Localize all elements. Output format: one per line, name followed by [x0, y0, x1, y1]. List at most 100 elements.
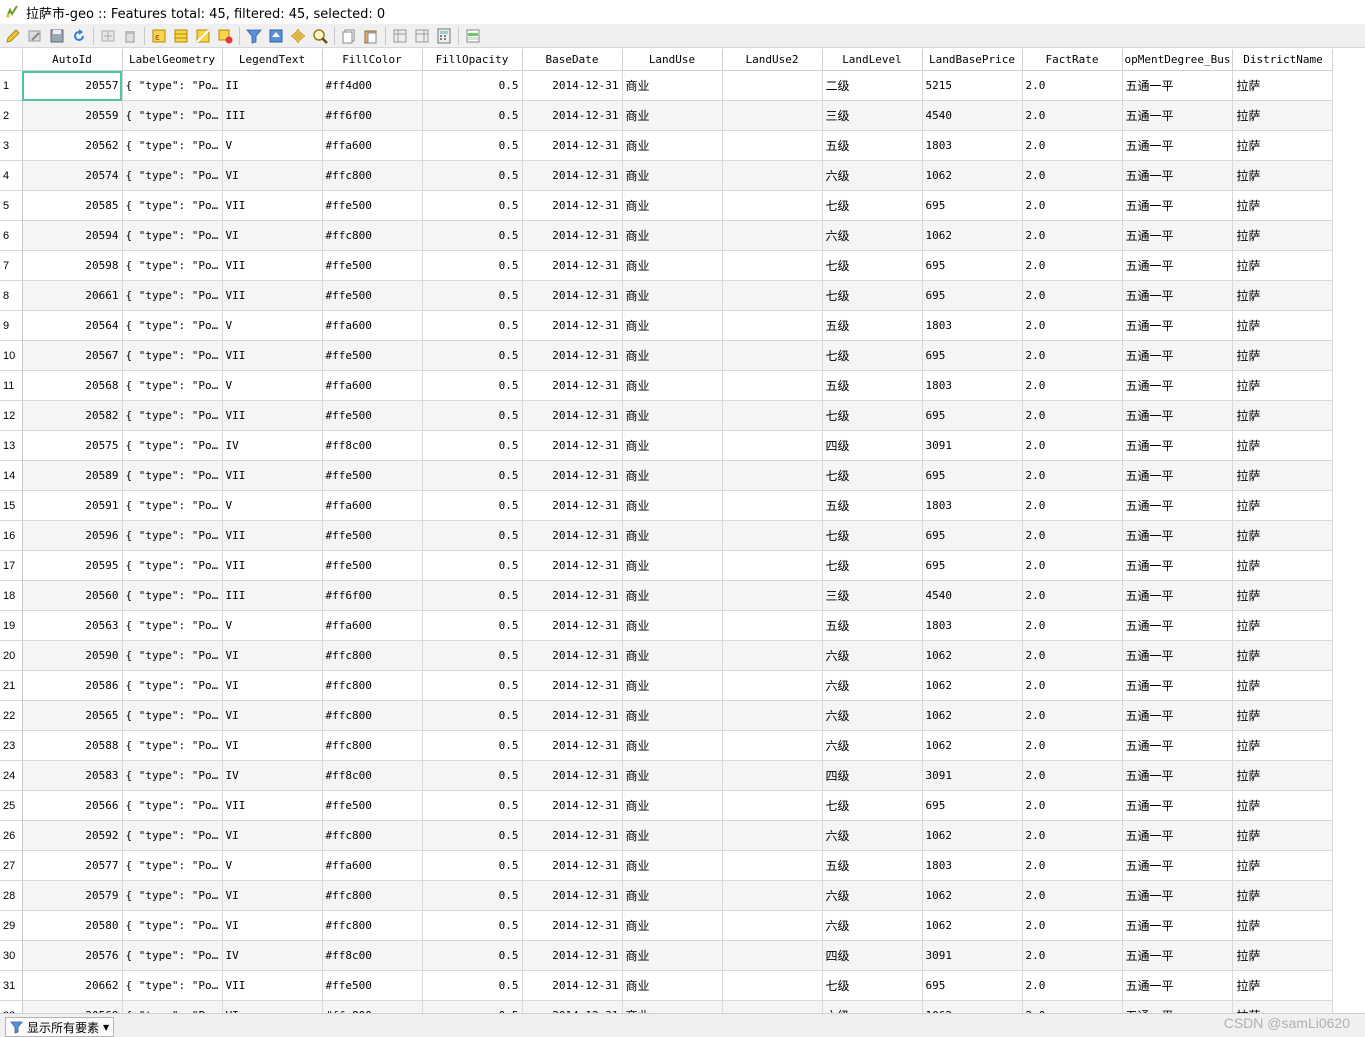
table-cell[interactable]: #ffc800: [322, 1000, 423, 1013]
table-row[interactable]: 10 20567{ "type": "Po… VII #ffe500 0.5 2014-1…: [0, 340, 1334, 371]
table-cell[interactable]: 2014-12-31: [522, 70, 623, 101]
table-cell[interactable]: 六级: [822, 880, 923, 911]
table-cell[interactable]: 20579: [22, 880, 123, 911]
table-cell[interactable]: 七级: [822, 250, 923, 281]
table-cell[interactable]: 2014-12-31: [522, 940, 623, 971]
table-cell[interactable]: 0.5: [422, 910, 523, 941]
table-cell[interactable]: V: [222, 490, 323, 521]
table-cell[interactable]: 20585: [22, 190, 123, 221]
table-cell[interactable]: 2.0: [1022, 400, 1123, 431]
table-cell[interactable]: 拉萨: [1232, 130, 1334, 161]
table-cell[interactable]: [722, 670, 823, 701]
table-cell[interactable]: 五通一平: [1122, 550, 1234, 581]
table-cell[interactable]: 0.5: [422, 520, 523, 551]
save-edits-button[interactable]: [46, 25, 68, 47]
table-cell[interactable]: #ff6f00: [322, 100, 423, 131]
table-cell[interactable]: [722, 280, 823, 311]
new-field-button[interactable]: [389, 25, 411, 47]
table-cell[interactable]: #ffe500: [322, 520, 423, 551]
table-cell[interactable]: 2.0: [1022, 850, 1123, 881]
table-cell[interactable]: 2.0: [1022, 910, 1123, 941]
table-cell[interactable]: VII: [222, 280, 323, 311]
column-header[interactable]: FillColor: [322, 49, 423, 71]
table-cell[interactable]: 20565: [22, 700, 123, 731]
table-row[interactable]: 26 20592{ "type": "Po… VI #ffc800 0.5 2014-12…: [0, 820, 1334, 851]
table-cell[interactable]: 七级: [822, 790, 923, 821]
table-cell[interactable]: V: [222, 130, 323, 161]
table-cell[interactable]: [722, 250, 823, 281]
table-cell[interactable]: VI: [222, 820, 323, 851]
table-cell[interactable]: 2014-12-31: [522, 520, 623, 551]
table-cell[interactable]: V: [222, 610, 323, 641]
field-calculator-button[interactable]: [433, 25, 455, 47]
table-cell[interactable]: 2014-12-31: [522, 640, 623, 671]
table-cell[interactable]: 三级: [822, 580, 923, 611]
table-cell[interactable]: 七级: [822, 340, 923, 371]
table-cell[interactable]: 拉萨: [1232, 280, 1334, 311]
table-cell[interactable]: 0.5: [422, 610, 523, 641]
table-cell[interactable]: 商业: [622, 760, 723, 791]
table-cell[interactable]: 2014-12-31: [522, 490, 623, 521]
row-number[interactable]: 17: [0, 550, 23, 581]
table-cell[interactable]: 1062: [922, 700, 1023, 731]
table-row[interactable]: 27 20577{ "type": "Po… V #ffa600 0.5 2014-12-…: [0, 850, 1334, 881]
table-cell[interactable]: [722, 460, 823, 491]
delete-field-button[interactable]: [411, 25, 433, 47]
table-cell[interactable]: 拉萨: [1232, 880, 1334, 911]
table-cell[interactable]: 0.5: [422, 100, 523, 131]
table-cell[interactable]: 2.0: [1022, 790, 1123, 821]
table-cell[interactable]: [722, 160, 823, 191]
table-cell[interactable]: 2.0: [1022, 730, 1123, 761]
table-cell[interactable]: 拉萨: [1232, 70, 1334, 101]
table-cell[interactable]: II: [222, 70, 323, 101]
row-number[interactable]: 26: [0, 820, 23, 851]
table-cell[interactable]: VII: [222, 340, 323, 371]
table-cell[interactable]: 20569: [22, 1000, 123, 1013]
table-cell[interactable]: { "type": "Po…: [122, 520, 223, 551]
table-cell[interactable]: 拉萨: [1232, 700, 1334, 731]
table-cell[interactable]: 20591: [22, 490, 123, 521]
table-cell[interactable]: 五级: [822, 610, 923, 641]
table-cell[interactable]: 六级: [822, 910, 923, 941]
table-row[interactable]: 8 20661{ "type": "Po… VII #ffe500 0.5 2014-12…: [0, 280, 1334, 311]
table-cell[interactable]: IV: [222, 940, 323, 971]
table-cell[interactable]: #ffc800: [322, 670, 423, 701]
table-cell[interactable]: { "type": "Po…: [122, 940, 223, 971]
row-number[interactable]: 12: [0, 400, 23, 431]
column-header[interactable]: LandBasePrice: [922, 49, 1023, 71]
table-cell[interactable]: #ffe500: [322, 280, 423, 311]
row-number[interactable]: 21: [0, 670, 23, 701]
table-cell[interactable]: 1062: [922, 910, 1023, 941]
table-row[interactable]: 5 20585{ "type": "Po… VII #ffe500 0.5 2014-12…: [0, 190, 1334, 221]
table-cell[interactable]: [722, 820, 823, 851]
table-cell[interactable]: [722, 880, 823, 911]
deselect-all-button[interactable]: [214, 25, 236, 47]
table-cell[interactable]: 0.5: [422, 670, 523, 701]
table-cell[interactable]: 3091: [922, 940, 1023, 971]
table-cell[interactable]: VII: [222, 970, 323, 1001]
table-cell[interactable]: 20589: [22, 460, 123, 491]
table-cell[interactable]: 五通一平: [1122, 760, 1234, 791]
table-cell[interactable]: 2014-12-31: [522, 580, 623, 611]
column-header[interactable]: DistrictName: [1232, 49, 1334, 71]
row-number[interactable]: 7: [0, 250, 23, 281]
table-row[interactable]: 20 20590{ "type": "Po… VI #ffc800 0.5 2014-12…: [0, 640, 1334, 671]
table-row[interactable]: 22 20565{ "type": "Po… VI #ffc800 0.5 2014-12…: [0, 700, 1334, 731]
table-cell[interactable]: 五通一平: [1122, 340, 1234, 371]
table-cell[interactable]: 2.0: [1022, 580, 1123, 611]
table-cell[interactable]: { "type": "Po…: [122, 460, 223, 491]
table-cell[interactable]: 商业: [622, 880, 723, 911]
table-cell[interactable]: 四级: [822, 940, 923, 971]
table-cell[interactable]: 2014-12-31: [522, 340, 623, 371]
table-cell[interactable]: #ffe500: [322, 340, 423, 371]
row-number[interactable]: 22: [0, 700, 23, 731]
table-cell[interactable]: 商业: [622, 520, 723, 551]
table-cell[interactable]: 商业: [622, 670, 723, 701]
column-header[interactable]: FactRate: [1022, 49, 1123, 71]
table-cell[interactable]: #ff4d00: [322, 70, 423, 101]
table-row[interactable]: 11 20568{ "type": "Po… V #ffa600 0.5 2014-12-…: [0, 370, 1334, 401]
table-cell[interactable]: { "type": "Po…: [122, 820, 223, 851]
table-cell[interactable]: V: [222, 850, 323, 881]
table-cell[interactable]: #ffc800: [322, 640, 423, 671]
row-number[interactable]: 1: [0, 70, 23, 101]
